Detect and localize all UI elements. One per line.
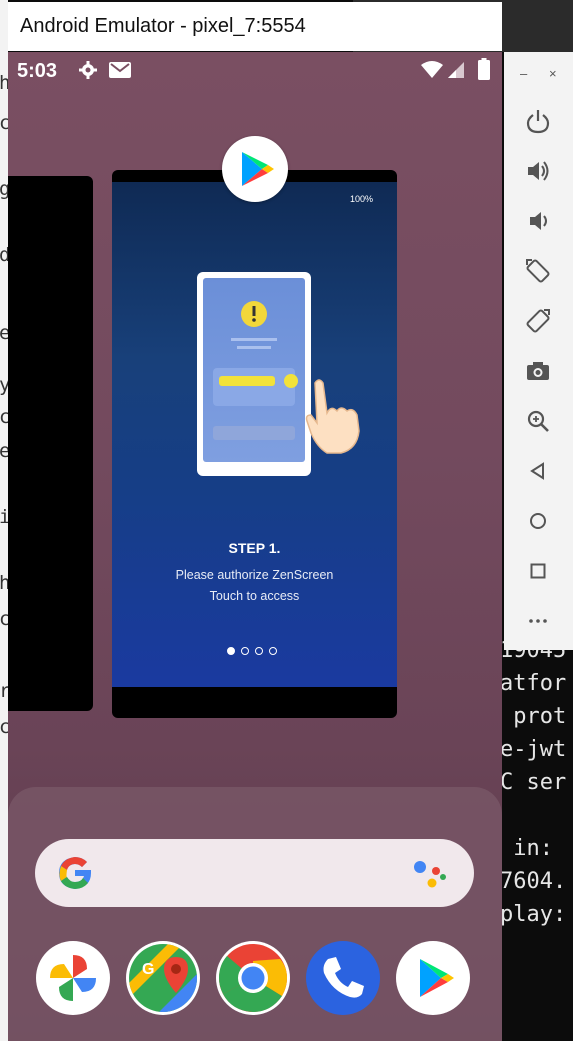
terminal-line: play: (500, 902, 567, 927)
terminal-line: atfor (500, 671, 567, 696)
home-icon[interactable] (524, 507, 552, 535)
rotate-right-icon[interactable] (524, 307, 552, 335)
power-icon[interactable] (524, 107, 552, 135)
page-dot-active (227, 647, 235, 655)
gmail-icon (108, 60, 132, 84)
hand-pointer-icon (305, 379, 360, 454)
google-search-bar[interactable] (35, 839, 474, 907)
page-indicator (227, 647, 277, 655)
chrome-logo-icon (219, 944, 287, 1012)
close-icon[interactable]: × (549, 66, 557, 81)
terminal-line: C ser (500, 770, 567, 795)
volume-down-icon[interactable] (524, 207, 552, 235)
step-description: Please authorize ZenScreen (175, 568, 334, 582)
svg-text:G: G (142, 961, 154, 978)
recent-app-card-left[interactable] (8, 176, 93, 711)
photos-app-icon[interactable] (36, 941, 110, 1015)
phone-handset-icon (323, 957, 364, 998)
play-store-app-icon[interactable] (222, 136, 288, 202)
google-g-icon (59, 857, 91, 889)
volume-up-icon[interactable] (524, 157, 552, 185)
battery-icon (478, 58, 490, 84)
step-action: Touch to access (209, 589, 300, 603)
maps-pin-icon: G (129, 944, 197, 1012)
camera-icon[interactable] (524, 357, 552, 385)
assistant-icon[interactable] (410, 855, 450, 891)
page-dot (269, 647, 277, 655)
phone-app-icon[interactable] (306, 941, 380, 1015)
app-preview: 100% STEP 1. Please authorize ZenScreen … (112, 182, 397, 687)
overview-icon[interactable] (524, 557, 552, 585)
terminal-output: 19045 atfor prot e-jwt C ser in: 7604. p… (500, 620, 573, 1041)
terminal-line: prot (500, 704, 567, 729)
preview-battery-text: 100% (349, 194, 373, 204)
recent-app-card[interactable]: 100% STEP 1. Please authorize ZenScreen … (112, 170, 397, 718)
page-dot (241, 647, 249, 655)
play-logo-icon (242, 152, 274, 186)
signal-icon (446, 61, 466, 83)
back-icon[interactable] (524, 457, 552, 485)
status-bar: 5:03 (8, 52, 502, 90)
emulator-title-bar[interactable]: Android Emulator - pixel_7:5554 (8, 2, 502, 51)
photos-pinwheel-icon (50, 955, 96, 1001)
device-screen[interactable]: 5:03 100% STEP 1. Please authorize ZenSc… (8, 52, 502, 1041)
chrome-app-icon[interactable] (216, 941, 290, 1015)
terminal-left-edge: hcgdeyceihcrc (0, 0, 10, 1041)
wifi-icon (420, 60, 444, 84)
play-store-dock-icon[interactable] (396, 941, 470, 1015)
maps-app-icon[interactable]: G (126, 941, 200, 1015)
emulator-toolbar: – × (504, 52, 573, 650)
window-title: Android Emulator - pixel_7:5554 (20, 15, 306, 37)
zoom-icon[interactable] (524, 407, 552, 435)
status-clock: 5:03 (17, 60, 58, 82)
tutorial-illustration (213, 301, 298, 440)
terminal-line: 7604. (500, 869, 567, 894)
page-dot (255, 647, 263, 655)
step-title: STEP 1. (228, 540, 281, 556)
more-icon[interactable] (524, 607, 552, 635)
settings-icon (78, 60, 98, 84)
rotate-left-icon[interactable] (524, 257, 552, 285)
minimize-icon[interactable]: – (520, 66, 527, 81)
terminal-line: e-jwt (500, 737, 567, 762)
phone-illustration (197, 272, 311, 476)
play-triangle-icon (420, 959, 454, 997)
terminal-line: in: (500, 836, 553, 861)
